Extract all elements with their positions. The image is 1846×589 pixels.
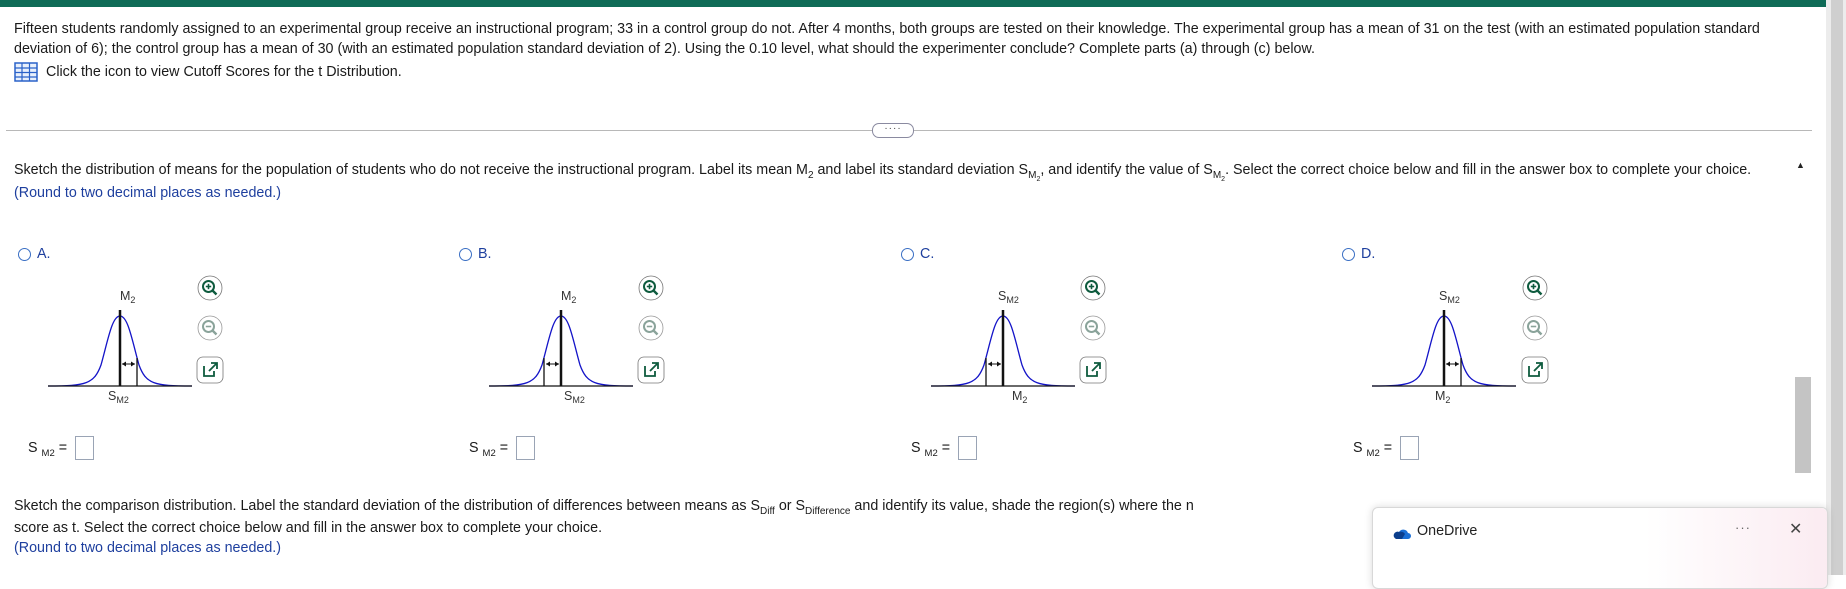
cutoff-link-text[interactable]: Click the icon to view Cutoff Scores for… [46, 64, 402, 80]
zoom-out-icon-c[interactable] [1078, 313, 1108, 343]
zoom-in-icon-c[interactable] [1078, 273, 1108, 303]
graph-b-top-label: M2 [561, 289, 577, 305]
zoom-out-icon-b[interactable] [636, 313, 666, 343]
instruction-text-3: , and identify the value of S [1040, 162, 1213, 178]
radio-d[interactable] [1342, 247, 1355, 261]
choice-a-label: A. [37, 246, 51, 262]
zoom-in-icon-a[interactable] [195, 273, 225, 303]
choice-a[interactable]: A. [18, 246, 51, 262]
answer-box-c[interactable] [958, 436, 978, 460]
toast-title: OneDrive [1417, 523, 1478, 539]
zoom-in-icon-b[interactable] [636, 273, 666, 303]
choice-c-label: C. [920, 246, 935, 262]
answer-box-a[interactable] [75, 436, 95, 460]
graph-a: M2 SM2 [46, 280, 196, 410]
instruction-text-4: . Select the correct choice below and fi… [1225, 162, 1752, 178]
onedrive-toast[interactable]: OneDrive ··· ✕ [1372, 507, 1828, 589]
popout-icon-c[interactable] [1078, 355, 1108, 385]
choice-d[interactable]: D. [1342, 246, 1375, 262]
next-q-sub-diff: Diff [760, 506, 775, 517]
next-q-or: or S [774, 498, 806, 514]
choice-d-label: D. [1361, 246, 1376, 262]
graph-b-bottom-label: SM2 [564, 389, 585, 405]
onedrive-cloud-icon [1393, 529, 1411, 539]
round-note: (Round to two decimal places as needed.) [14, 185, 282, 201]
graph-b: M2 SM2 [487, 280, 637, 410]
answer-row-a: S M2 = [28, 436, 95, 460]
radio-b[interactable] [459, 247, 472, 261]
graph-a-top-label: M2 [120, 289, 136, 305]
close-icon[interactable]: ✕ [1789, 519, 1802, 539]
graph-c-top-label: SM2 [998, 289, 1019, 305]
toast-more-icon[interactable]: ··· [1735, 520, 1751, 535]
page-scrollbar-thumb[interactable] [1831, 0, 1843, 575]
question-instruction: Sketch the distribution of means for the… [14, 160, 1774, 203]
expand-more-button[interactable]: ···· [872, 123, 914, 138]
graph-c: SM2 M2 [929, 280, 1079, 410]
zoom-in-icon-d[interactable] [1520, 273, 1550, 303]
instruction-text-1: Sketch the distribution of means for the… [14, 162, 808, 178]
choice-b-label: B. [478, 246, 492, 262]
graph-d-top-label: SM2 [1439, 289, 1460, 305]
radio-a[interactable] [18, 247, 31, 261]
next-q-text-2: and identify its value, shade the region… [850, 498, 1194, 514]
zoom-out-icon-d[interactable] [1520, 313, 1550, 343]
popout-icon-a[interactable] [195, 355, 225, 385]
instruction-sub-3: M [1212, 170, 1222, 181]
next-q-sub-difference: Difference [805, 506, 851, 517]
answer-box-b[interactable] [516, 436, 536, 460]
next-q-text-1: Sketch the comparison distribution. Labe… [14, 498, 761, 514]
instruction-text-2: and label its standard deviation S [813, 162, 1029, 178]
answer-box-d[interactable] [1400, 436, 1420, 460]
top-accent-bar [0, 0, 1846, 7]
graph-c-bottom-label: M2 [1012, 389, 1028, 405]
radio-c[interactable] [901, 247, 914, 261]
choice-b[interactable]: B. [459, 246, 492, 262]
graph-d: SM2 M2 [1370, 280, 1520, 410]
answer-row-b: S M2 = [469, 436, 536, 460]
table-grid-icon[interactable] [14, 62, 38, 82]
zoom-out-icon-a[interactable] [195, 313, 225, 343]
popout-icon-d[interactable] [1520, 355, 1550, 385]
answer-row-c: S M2 = [911, 436, 978, 460]
answer-row-d: S M2 = [1353, 436, 1420, 460]
cutoff-scores-link[interactable]: Click the icon to view Cutoff Scores for… [14, 62, 402, 82]
instruction-sub-1: 2 [807, 170, 814, 181]
graph-a-bottom-label: SM2 [108, 389, 129, 405]
choice-c[interactable]: C. [901, 246, 934, 262]
graph-d-bottom-label: M2 [1435, 389, 1451, 405]
scroll-up-arrow-icon[interactable]: ▲ [1796, 160, 1805, 170]
popout-icon-b[interactable] [636, 355, 666, 385]
problem-statement: Fifteen students randomly assigned to an… [14, 21, 1760, 57]
inner-scrollbar-thumb[interactable] [1795, 377, 1811, 473]
